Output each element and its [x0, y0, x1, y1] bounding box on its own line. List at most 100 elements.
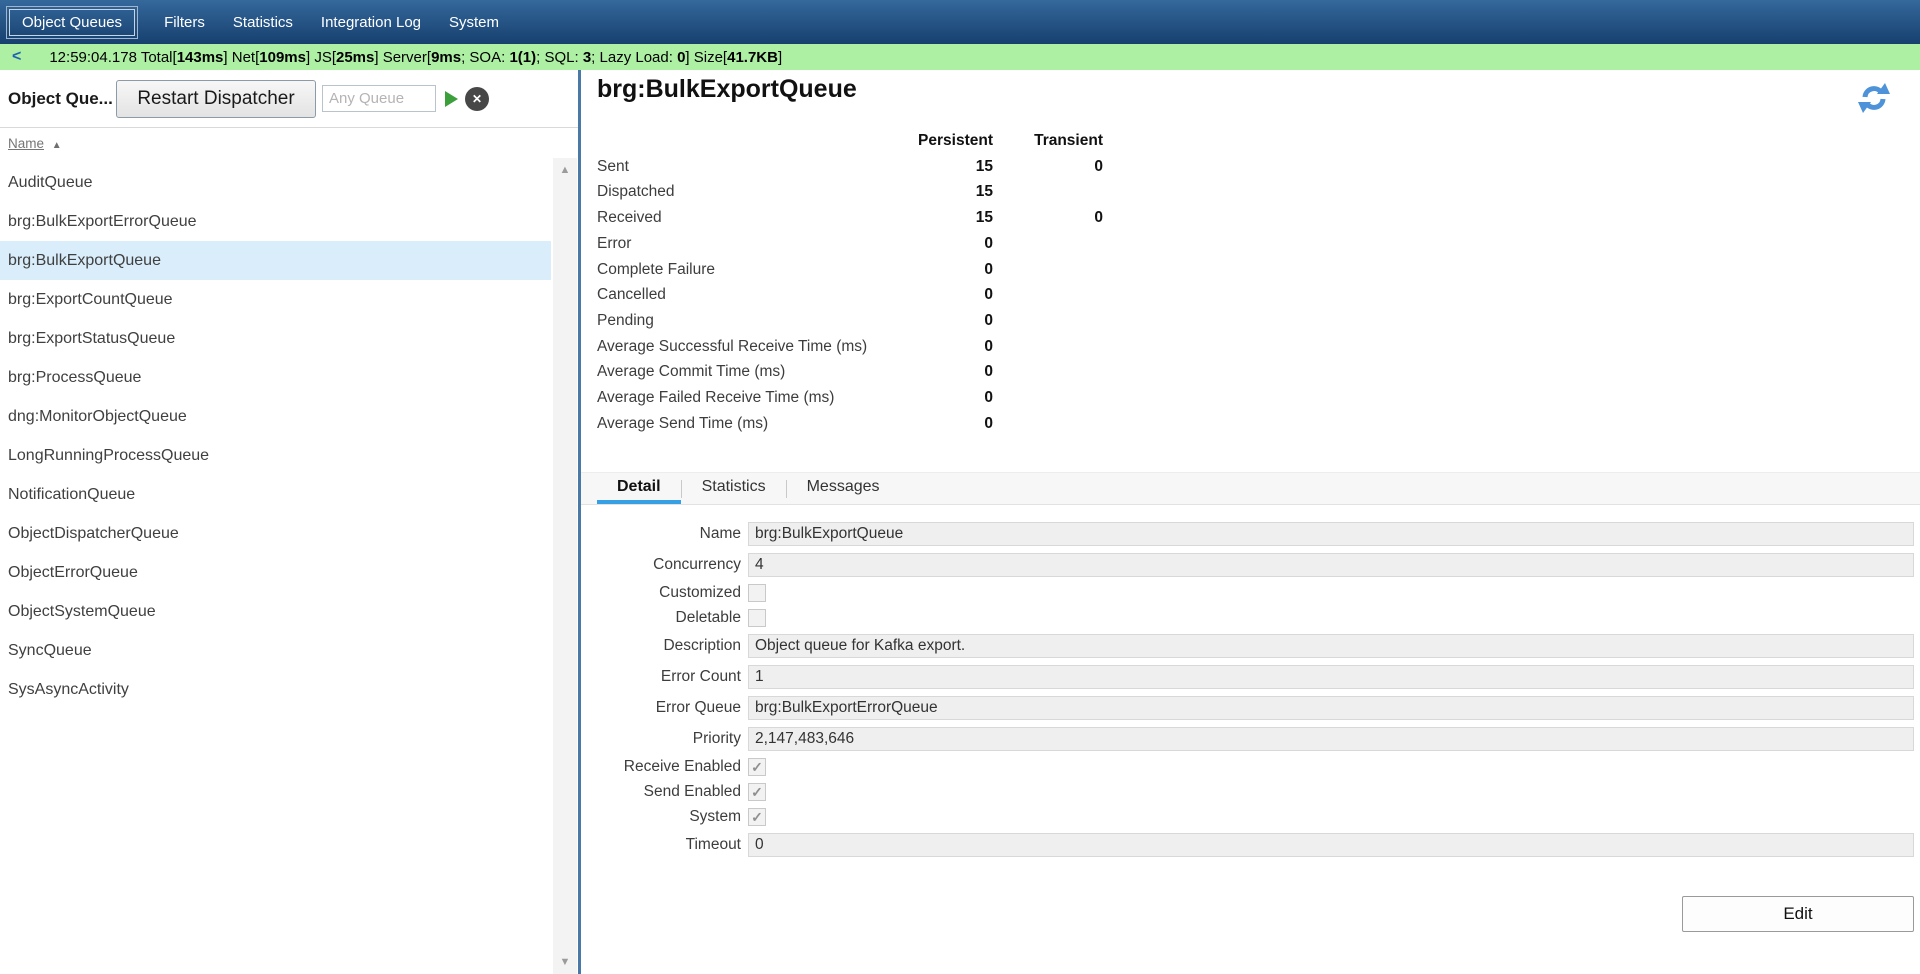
queue-list-item[interactable]: brg:ProcessQueue: [0, 358, 551, 397]
system-checkbox[interactable]: ✓: [748, 808, 766, 826]
status-soa-count: 1(1): [509, 49, 536, 66]
deletable-checkbox[interactable]: [748, 609, 766, 627]
tab-system[interactable]: System: [435, 7, 513, 38]
queue-list-item[interactable]: brg:ExportStatusQueue: [0, 319, 551, 358]
status-net-ms: 109ms: [259, 49, 306, 66]
edit-button[interactable]: Edit: [1682, 896, 1914, 932]
checkmark-icon: ✓: [751, 785, 763, 799]
col-header-persistent: Persistent: [917, 128, 993, 154]
field-label-timeout: Timeout: [591, 836, 741, 854]
status-total-ms: 143ms: [177, 49, 224, 66]
queue-list-panel: Object Que... Restart Dispatcher ✕ Name …: [0, 70, 578, 974]
status-text: ]: [778, 49, 782, 66]
scroll-down-icon[interactable]: ▼: [553, 956, 577, 968]
queue-list-item[interactable]: ObjectSystemQueue: [0, 592, 551, 631]
status-text: ; Lazy Load:: [591, 49, 677, 66]
tab-object-queues[interactable]: Object Queues: [6, 6, 138, 39]
run-filter-icon[interactable]: [445, 91, 458, 107]
tab-object-queues-label: Object Queues: [9, 9, 135, 36]
detail-tabstrip: Detail Statistics Messages: [581, 472, 1920, 505]
stat-transient-value: [993, 308, 1103, 334]
field-label-error-queue: Error Queue: [591, 699, 741, 717]
stat-persistent-value: 15: [917, 179, 993, 205]
queue-list-item[interactable]: SyncQueue: [0, 631, 551, 670]
stat-persistent-value: 0: [917, 385, 993, 411]
tab-filters[interactable]: Filters: [150, 7, 219, 38]
clear-filter-icon[interactable]: ✕: [465, 87, 489, 111]
stat-persistent-value: 0: [917, 334, 993, 360]
queue-list-item-selected[interactable]: brg:BulkExportQueue: [0, 241, 551, 280]
queue-list-item[interactable]: NotificationQueue: [0, 475, 551, 514]
stat-transient-value: [993, 231, 1103, 257]
field-label-concurrency: Concurrency: [591, 556, 741, 574]
status-sql-count: 3: [583, 49, 591, 66]
restart-dispatcher-button[interactable]: Restart Dispatcher: [116, 80, 316, 118]
field-label-priority: Priority: [591, 730, 741, 748]
sort-by-name-link[interactable]: Name: [8, 136, 44, 151]
tab-statistics[interactable]: Statistics: [219, 7, 307, 38]
queue-list-item[interactable]: dng:MonitorObjectQueue: [0, 397, 551, 436]
stat-label: Average Failed Receive Time (ms): [597, 385, 917, 411]
status-text: ; SQL:: [536, 49, 583, 66]
queue-list-item[interactable]: brg:BulkExportErrorQueue: [0, 202, 551, 241]
queue-detail-panel: brg:BulkExportQueue Persistent Transient…: [581, 70, 1920, 974]
back-arrow-icon[interactable]: <: [12, 48, 21, 66]
stat-label: Complete Failure: [597, 257, 917, 283]
receive-enabled-checkbox[interactable]: ✓: [748, 758, 766, 776]
stat-transient-value: [993, 334, 1103, 360]
status-lazy-load-count: 0: [677, 49, 685, 66]
stat-label: Average Send Time (ms): [597, 411, 917, 437]
status-server-ms: 9ms: [431, 49, 461, 66]
stat-transient-value: 0: [993, 205, 1103, 231]
stat-label: Error: [597, 231, 917, 257]
scroll-up-icon[interactable]: ▲: [553, 164, 577, 176]
queue-list-item[interactable]: brg:ExportCountQueue: [0, 280, 551, 319]
stat-label: Cancelled: [597, 282, 917, 308]
stat-label: Dispatched: [597, 179, 917, 205]
panel-title: Object Que...: [8, 89, 116, 109]
tab-statistics-detail[interactable]: Statistics: [682, 473, 786, 504]
queue-statistics-table: Persistent Transient Sent 15 0 Dispatche…: [597, 128, 1103, 436]
queue-list-item[interactable]: ObjectDispatcherQueue: [0, 514, 551, 553]
description-field[interactable]: [748, 634, 1914, 658]
queue-list-item[interactable]: AuditQueue: [0, 163, 551, 202]
stat-persistent-value: 0: [917, 411, 993, 437]
top-navbar: Object Queues Filters Statistics Integra…: [0, 0, 1920, 44]
field-label-customized: Customized: [591, 584, 741, 602]
stat-transient-value: [993, 359, 1103, 385]
queue-list-item[interactable]: LongRunningProcessQueue: [0, 436, 551, 475]
stat-persistent-value: 0: [917, 231, 993, 257]
vertical-scrollbar[interactable]: ▲ ▼: [553, 158, 577, 974]
stat-label: Received: [597, 205, 917, 231]
tab-detail[interactable]: Detail: [597, 473, 681, 504]
stat-transient-value: [993, 385, 1103, 411]
timeout-field[interactable]: [748, 833, 1914, 857]
refresh-icon[interactable]: [1856, 80, 1892, 116]
stat-persistent-value: 15: [917, 205, 993, 231]
tab-integration-log[interactable]: Integration Log: [307, 7, 435, 38]
error-count-field[interactable]: [748, 665, 1914, 689]
customized-checkbox[interactable]: [748, 584, 766, 602]
performance-status-bar: < 12:59:04.178 Total[ 143ms ] Net[ 109ms…: [0, 44, 1920, 70]
priority-field[interactable]: [748, 727, 1914, 751]
status-size: 41.7KB: [727, 49, 778, 66]
field-label-system: System: [591, 808, 741, 826]
field-label-receive-enabled: Receive Enabled: [591, 758, 741, 776]
queue-list-header: Object Que... Restart Dispatcher ✕: [0, 70, 578, 128]
stat-transient-value: [993, 257, 1103, 283]
status-text: ] Net[: [223, 49, 259, 66]
concurrency-field[interactable]: [748, 553, 1914, 577]
queue-list-item[interactable]: ObjectErrorQueue: [0, 553, 551, 592]
stat-transient-value: 0: [993, 154, 1103, 180]
field-label-description: Description: [591, 637, 741, 655]
name-field[interactable]: [748, 522, 1914, 546]
tab-messages[interactable]: Messages: [787, 473, 900, 504]
status-text: ] Server[: [374, 49, 431, 66]
stat-label: Average Successful Receive Time (ms): [597, 334, 917, 360]
queue-list-item[interactable]: SysAsyncActivity: [0, 670, 551, 709]
error-queue-field[interactable]: [748, 696, 1914, 720]
send-enabled-checkbox[interactable]: ✓: [748, 783, 766, 801]
stat-label: Sent: [597, 154, 917, 180]
queue-search-input[interactable]: [322, 85, 436, 112]
stat-persistent-value: 0: [917, 282, 993, 308]
